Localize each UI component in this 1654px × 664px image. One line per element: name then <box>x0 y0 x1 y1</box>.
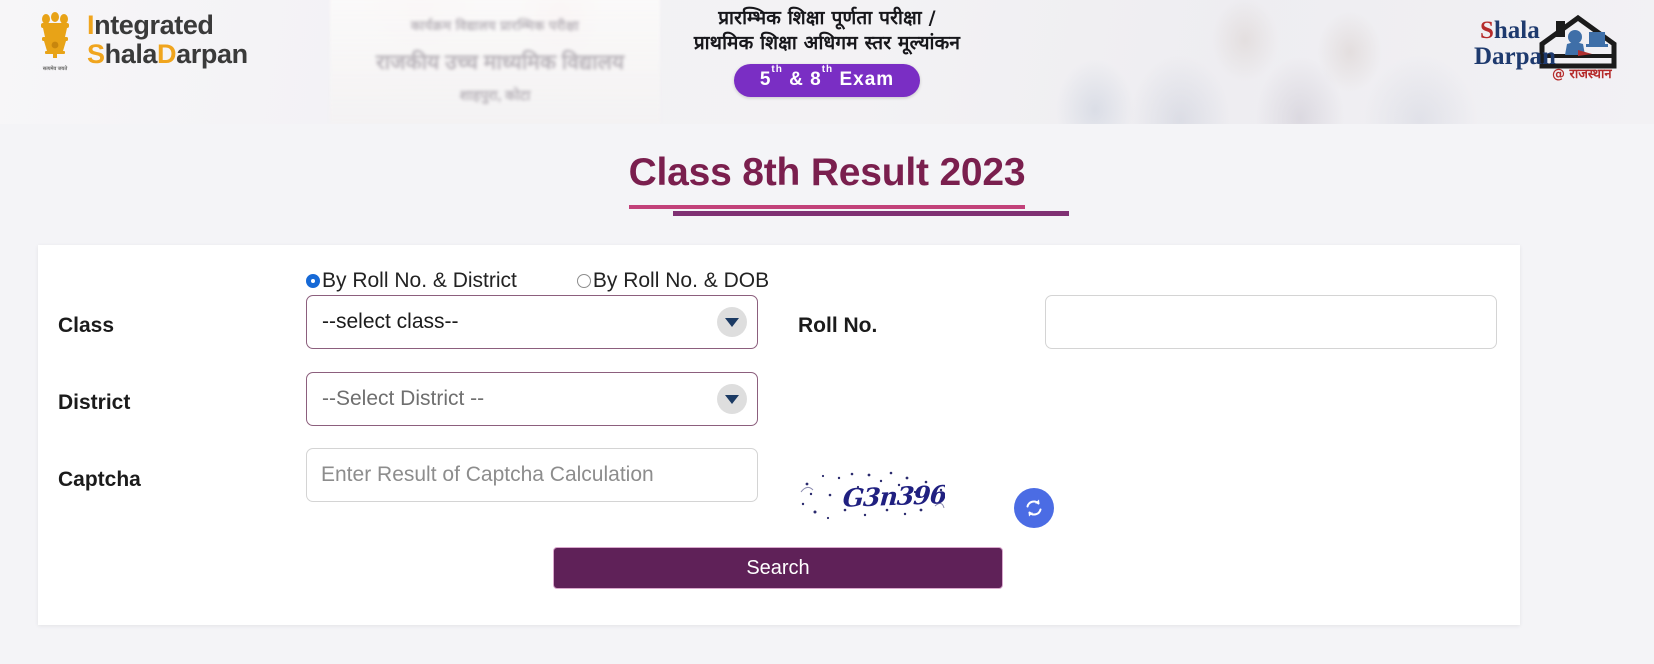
chevron-down-icon[interactable] <box>717 384 747 414</box>
radio-by-roll-dob[interactable] <box>576 274 591 288</box>
district-select-wrap: --Select District -- <box>306 372 758 426</box>
captcha-image: G3n396 <box>795 466 945 524</box>
class-select-value: --select class-- <box>322 310 459 333</box>
captcha-text: G3n396 <box>841 480 945 513</box>
header-bg-blurred-line-2: राजकीय उच्च माध्यमिक विद्यालय <box>375 51 625 74</box>
search-button[interactable]: Search <box>553 547 1003 589</box>
district-select-value: --Select District -- <box>322 387 485 410</box>
logo-line-2: ShalaDarpan <box>87 40 248 69</box>
radio-by-roll-district[interactable] <box>306 274 320 288</box>
chevron-down-icon[interactable] <box>717 307 747 337</box>
refresh-icon <box>1026 499 1042 517</box>
radio-option-by-roll-district[interactable]: By Roll No. & District <box>306 269 517 293</box>
shala-word: Shala <box>1480 17 1540 44</box>
roll-no-label: Roll No. <box>798 314 878 337</box>
national-emblem-icon: सत्यमेव जयते <box>33 10 77 72</box>
district-label: District <box>58 391 131 414</box>
page-title-area: Class 8th Result 2023 <box>0 124 1654 216</box>
captcha-input-wrap <box>306 448 758 502</box>
roll-no-input[interactable] <box>1045 295 1497 349</box>
logo-accent-d: D <box>157 39 177 69</box>
captcha-input[interactable] <box>306 448 758 502</box>
header-bg-blurred-line-1: कार्यक्रम विद्यालय प्रारम्भिक परीक्षा <box>410 18 580 33</box>
class-select-wrap: --select class-- <box>306 295 758 349</box>
darpan-word: Darpan <box>1474 43 1556 70</box>
title-underline-secondary <box>672 211 1070 216</box>
class-select[interactable]: --select class-- <box>306 295 758 349</box>
roll-no-label-wrap: Roll No. <box>798 314 877 338</box>
shala-darpan-rajasthan-logo[interactable]: Shala Darpan @ राजस्थान <box>1474 10 1629 82</box>
captcha-label-wrap: Captcha <box>58 468 141 492</box>
title-underline-primary <box>628 205 1026 209</box>
captcha-label: Captcha <box>58 468 141 491</box>
shaladarpan-logo[interactable]: सत्यमेव जयते Integrated ShalaDarpan <box>33 10 248 72</box>
search-mode-radio-group: By Roll No. & District By Roll No. & DOB <box>38 269 1520 293</box>
logo-accent-s: S <box>87 39 105 69</box>
header-background-image <box>0 0 1654 124</box>
logo-text-arpan: arpan <box>176 39 248 69</box>
radio-label-by-roll-dob: By Roll No. & DOB <box>592 269 770 292</box>
class-label: Class <box>58 314 115 337</box>
emblem-caption: सत्यमेव जयते <box>42 66 68 72</box>
district-label-wrap: District <box>58 391 130 415</box>
shaladarpan-wordmark: Integrated ShalaDarpan <box>87 11 248 68</box>
radio-option-by-roll-dob[interactable]: By Roll No. & DOB <box>576 269 770 293</box>
header-bg-blurred-line-3: शाहपुरा, कोटा <box>459 87 531 103</box>
site-header: कार्यक्रम विद्यालय प्रारम्भिक परीक्षा रा… <box>0 0 1654 124</box>
house-with-computer-icon: Shala Darpan @ राजस्थान <box>1474 14 1617 82</box>
captcha-refresh-button[interactable] <box>1014 488 1054 528</box>
page-title: Class 8th Result 2023 <box>628 151 1070 216</box>
logo-line-1: Integrated <box>87 11 248 40</box>
district-select[interactable]: --Select District -- <box>306 372 758 426</box>
logo-text-hala: hala <box>104 39 158 69</box>
class-label-wrap: Class <box>58 314 114 338</box>
page-title-text: Class 8th Result 2023 <box>628 151 1026 194</box>
logo-text-integrated: ntegrated <box>94 10 214 41</box>
radio-label-by-roll-district: By Roll No. & District <box>322 269 517 292</box>
roll-no-input-wrap <box>1045 295 1497 349</box>
rajasthan-tagline: @ राजस्थान <box>1552 67 1612 82</box>
